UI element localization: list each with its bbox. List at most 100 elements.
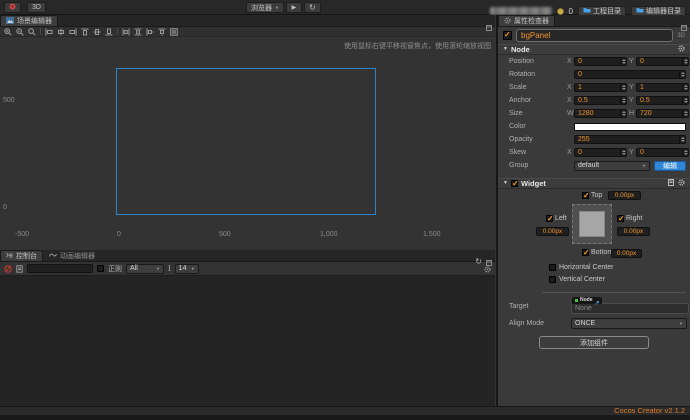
clear-log-icon[interactable]	[4, 260, 12, 278]
align-h-center-icon[interactable]	[57, 28, 65, 36]
zoom-out-icon[interactable]	[16, 27, 24, 36]
widget-bottom-field[interactable]: 0.00px	[611, 249, 642, 258]
stepper[interactable]	[620, 110, 626, 117]
font-size-dropdown[interactable]: 14	[174, 263, 199, 274]
help-doc-icon[interactable]	[668, 179, 674, 188]
widget-left-checkbox[interactable]	[546, 214, 554, 223]
align-left-icon[interactable]	[45, 28, 53, 36]
canvas-node-rect[interactable]	[116, 68, 376, 215]
zoom-in-icon[interactable]	[4, 27, 12, 36]
tab-scene-editor[interactable]: 场景编辑器	[0, 15, 58, 26]
skew-x-field[interactable]: 0	[574, 148, 627, 157]
console-search-input[interactable]	[27, 264, 93, 273]
size-w-field[interactable]: 1280	[574, 109, 627, 118]
target-input[interactable]: None	[571, 303, 689, 314]
w-axis-label: W	[567, 110, 574, 117]
play-button[interactable]	[285, 2, 302, 13]
distribute-h-icon[interactable]	[122, 28, 130, 36]
target-label: Target	[509, 303, 529, 310]
stepper[interactable]	[620, 58, 626, 65]
widget-bottom-checkbox[interactable]	[582, 248, 590, 257]
add-component-button[interactable]: 添加组件	[539, 336, 649, 349]
stretch-h-icon[interactable]	[146, 28, 154, 36]
toolbar-separator	[117, 28, 118, 35]
node-active-checkbox[interactable]	[503, 30, 512, 40]
stepper[interactable]	[682, 58, 688, 65]
gear-icon[interactable]	[678, 45, 685, 54]
group-value: default	[578, 162, 600, 169]
align-bottom-icon[interactable]	[105, 28, 113, 36]
node-section-header[interactable]: Node	[498, 44, 690, 55]
stepper[interactable]	[620, 84, 626, 91]
group-edit-button[interactable]: 编辑	[654, 160, 686, 171]
regex-checkbox[interactable]	[97, 265, 104, 272]
align-top-icon[interactable]	[81, 28, 89, 36]
log-filter-dropdown[interactable]: All	[126, 263, 164, 274]
tab-console-label: 控制台	[16, 253, 37, 260]
widget-left-field[interactable]: 0.00px	[536, 227, 569, 236]
stepper[interactable]	[620, 97, 626, 104]
skew-y-field[interactable]: 0	[636, 148, 689, 157]
target-type-badge: Node	[572, 297, 602, 305]
stepper[interactable]	[682, 97, 688, 104]
gear-icon[interactable]	[678, 179, 685, 188]
stepper[interactable]	[679, 136, 685, 143]
widget-section-header[interactable]: Widget	[498, 178, 690, 189]
collapse-caret-icon[interactable]	[503, 47, 508, 52]
zoom-reset-icon[interactable]	[28, 27, 36, 36]
stepper[interactable]	[620, 149, 626, 156]
refresh-button[interactable]	[303, 2, 321, 13]
rotation-field[interactable]: 0	[574, 70, 686, 79]
opacity-field[interactable]: 255	[574, 135, 686, 144]
panel-menu-icon[interactable]	[486, 253, 492, 271]
panel-menu-icon[interactable]	[486, 18, 492, 36]
refresh-icon[interactable]	[475, 258, 482, 266]
scale-y-field[interactable]: 1	[636, 83, 689, 92]
log-file-icon[interactable]	[16, 260, 23, 278]
position-y-field[interactable]: 0	[636, 57, 689, 66]
node-name-input[interactable]: bgPanel	[516, 29, 674, 42]
align-v-center-icon[interactable]	[93, 28, 101, 36]
gizmo-button[interactable]	[4, 2, 21, 13]
stepper[interactable]	[679, 71, 685, 78]
anchor-y-field[interactable]: 0.5	[636, 96, 689, 105]
widget-enabled-checkbox[interactable]	[510, 179, 519, 188]
tab-property-inspector[interactable]: 属性检查器	[498, 15, 555, 26]
preview-target-dropdown[interactable]: 浏览器	[246, 2, 284, 13]
size-h-field[interactable]: 720	[636, 109, 689, 118]
property-inspector-panel: 属性检查器 bgPanel 3D Node Position X 0 Y 0 R…	[496, 15, 690, 406]
console-output-area[interactable]	[0, 276, 495, 406]
mode-3d-toggle[interactable]: 3D	[27, 2, 46, 13]
link-icon	[594, 292, 599, 310]
widget-alignment-diagram	[572, 204, 612, 244]
opacity-row: Opacity 255	[498, 133, 690, 146]
widget-right-checkbox[interactable]	[617, 214, 625, 223]
panel-menu-icon[interactable]	[681, 18, 687, 36]
horizontal-center-checkbox[interactable]	[549, 263, 556, 271]
position-x-field[interactable]: 0	[574, 57, 627, 66]
align-mode-dropdown[interactable]: ONCE	[571, 318, 687, 329]
tab-animation-editor[interactable]: 动画编辑器	[43, 250, 101, 261]
tab-scene-editor-label: 场景编辑器	[17, 18, 52, 25]
color-label: Color	[509, 123, 526, 130]
group-dropdown[interactable]: default	[574, 160, 650, 171]
fit-icon[interactable]	[170, 27, 178, 36]
collapse-caret-icon[interactable]	[503, 181, 508, 186]
color-swatch[interactable]	[574, 122, 686, 131]
stepper[interactable]	[682, 84, 688, 91]
scene-canvas[interactable]: 使用鼠标右键平移视窗焦点，使用滚轮缩放视图 500 0 -500 0 500 1…	[0, 37, 495, 249]
ruler-y-label: 500	[3, 97, 15, 104]
stepper[interactable]	[682, 149, 688, 156]
widget-top-checkbox[interactable]	[582, 191, 590, 200]
widget-right-field[interactable]: 0.00px	[617, 227, 650, 236]
scale-x-field[interactable]: 1	[574, 83, 627, 92]
stepper[interactable]	[682, 110, 688, 117]
folder-icon	[583, 7, 591, 15]
widget-top-field[interactable]: 0.00px	[608, 191, 641, 200]
align-right-icon[interactable]	[69, 28, 77, 36]
stretch-v-icon[interactable]	[158, 28, 166, 36]
distribute-v-icon[interactable]	[134, 28, 142, 36]
anchor-x-field[interactable]: 0.5	[574, 96, 627, 105]
vertical-center-checkbox[interactable]	[549, 275, 556, 283]
tab-console[interactable]: 控制台	[0, 250, 43, 261]
